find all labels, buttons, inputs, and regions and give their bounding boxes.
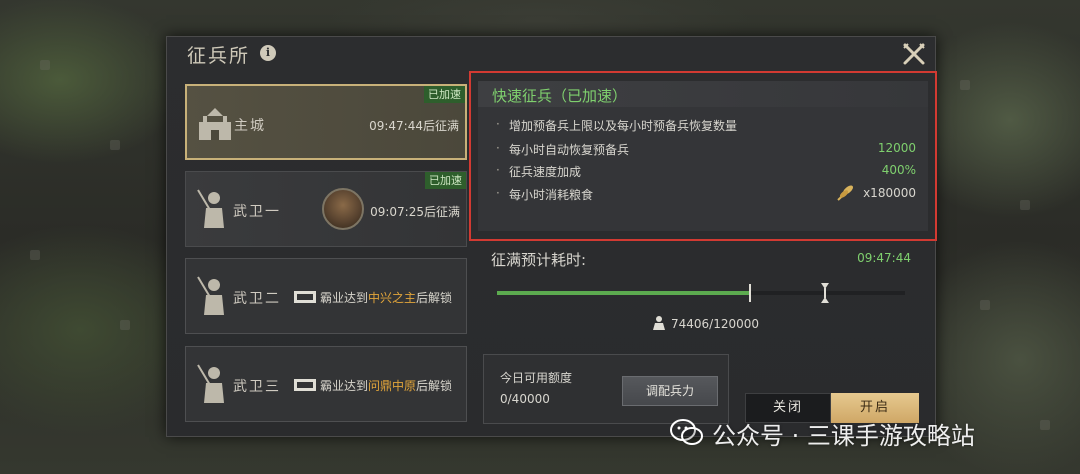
unlock-requirement: 霸业达到中兴之主后解锁 [294,289,452,306]
wheat-icon [837,185,853,201]
daily-quota-panel: 今日可用额度 0/40000 调配兵力 [483,354,729,424]
banner-icon [294,379,316,391]
stat-row: · 每小时消耗粮食 x180000 [496,185,916,204]
slot-status: 09:07:25后征满 [370,205,460,219]
quota-value: 0/40000 [500,392,550,406]
progress-marker [748,284,751,302]
unlock-requirement: 霸业达到问鼎中原后解锁 [294,377,452,394]
recruit-dialog: 征兵所 i 已加速 主城 09:47:44后征满 已加速 武卫一 09:07:2… [166,36,937,437]
slot-main-city[interactable]: 已加速 主城 09:47:44后征满 [185,84,467,160]
full-time-label: 征满预计耗时: [491,251,587,269]
troop-count: 74406/120000 [651,315,759,331]
soldier-icon [197,276,224,315]
slot-status: 09:47:44后征满 [369,119,459,133]
quick-recruit-highlight: 快速征兵（已加速） · 增加预备兵上限以及每小时预备兵恢复数量 · 每小时自动恢… [469,71,937,241]
quick-recruit-description: · 增加预备兵上限以及每小时预备兵恢复数量 [496,117,738,133]
close-icon[interactable] [902,42,926,66]
slot-name: 武卫三 [233,379,281,395]
quick-recruit-panel: 快速征兵（已加速） · 增加预备兵上限以及每小时预备兵恢复数量 · 每小时自动恢… [478,81,928,231]
slot-name: 主城 [234,118,266,134]
slot-name: 武卫二 [233,291,281,307]
stat-row: · 每小时自动恢复预备兵 12000 [496,141,916,157]
dialog-title: 征兵所 [187,45,251,67]
recruit-progress-bar [497,283,905,303]
slot-guard-1[interactable]: 已加速 武卫一 09:07:25后征满 [185,171,467,247]
slot-guard-3[interactable]: 武卫三 霸业达到问鼎中原后解锁 [185,346,467,422]
stat-row: · 征兵速度加成 400% [496,163,916,179]
accelerated-badge: 已加速 [425,172,466,189]
quick-recruit-header: 快速征兵（已加速） [478,81,928,107]
capacity-marker-icon [821,283,829,303]
wechat-icon [670,419,703,445]
soldier-icon [197,189,224,228]
allot-troops-button[interactable]: 调配兵力 [622,376,718,406]
full-time-value: 09:47:44 [857,251,911,265]
quick-recruit-title: 快速征兵（已加速） [492,87,628,105]
slot-guard-2[interactable]: 武卫二 霸业达到中兴之主后解锁 [185,258,467,334]
accelerated-badge: 已加速 [424,86,465,103]
progress-fill [497,291,750,295]
general-avatar[interactable] [322,188,364,230]
soldier-icon [197,364,224,403]
banner-icon [294,291,316,303]
slot-name: 武卫一 [233,204,281,220]
info-icon[interactable]: i [260,45,276,61]
reserve-soldier-icon [653,316,665,330]
quota-label: 今日可用额度 [500,371,573,385]
castle-icon [199,108,231,140]
